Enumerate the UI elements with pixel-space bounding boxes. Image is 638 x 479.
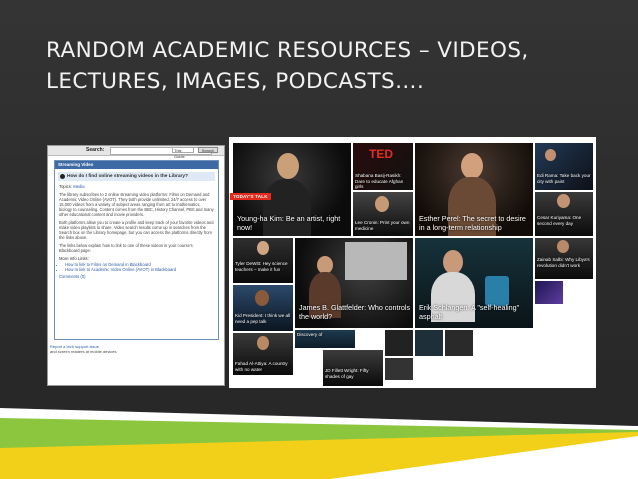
faq-question: How do I find online streaming videos in… (58, 172, 215, 181)
speaker-figure (557, 240, 569, 253)
talk-tile-james-glattfelder[interactable]: James B. Glattfelder: Who controls the w… (295, 238, 413, 328)
panel-title: Streaming Video (55, 161, 218, 169)
speaker-figure (277, 153, 299, 179)
ted-talks-screenshot: Young-ha Kim: Be an artist, right now! T… (229, 137, 596, 388)
more-info: More Info Links: How to link to Films on… (59, 256, 214, 272)
topics-label: Topics: (59, 184, 73, 189)
slide-title-line2: LECTURES, IMAGES, PODCASTS…. (46, 69, 425, 94)
topics-row: Topics: Media (59, 184, 214, 189)
topic-link-media[interactable]: Media (73, 184, 84, 189)
talk-caption: James B. Glattfelder: Who controls the w… (299, 303, 411, 321)
talk-tile-zainab[interactable]: Zainab Salbi: Why Libya's revolution did… (535, 238, 593, 279)
speaker-figure (257, 336, 269, 350)
slide-title-line1: RANDOM ACADEMIC RESOURCES – VIDEOS, (46, 38, 529, 63)
talk-tile-esther-perel[interactable]: Esther Perel: The secret to desire in a … (415, 143, 533, 236)
speaker-figure (545, 149, 556, 161)
answer-paragraph-2: Both platforms allow you to create a pro… (59, 220, 214, 240)
question-text: How do I find online streaming videos in… (67, 174, 188, 179)
talk-caption: Lee Cronin: Print your own medicine (355, 220, 410, 231)
talk-caption: Tyler DeWitt: Hey science teachers – mak… (235, 261, 288, 272)
talk-tile-tyler-dewitt[interactable]: Tyler DeWitt: Hey science teachers – mak… (233, 238, 293, 283)
search-input[interactable] (110, 147, 212, 155)
search-scope-select[interactable]: This Guide (172, 147, 194, 159)
talk-caption: Cesar Kuriyama: One second every day (537, 215, 582, 226)
answer-paragraph-1: The library subscribes to 2 online strea… (59, 192, 214, 217)
more-info-label: More Info Links: (59, 256, 89, 261)
talk-caption: Esther Perel: The secret to desire in a … (419, 214, 526, 232)
ted-logo: TED (369, 147, 393, 161)
faq-search-bar: Search: This Guide Search (48, 146, 224, 159)
footer-note: and screen readers at mobile devices (50, 349, 117, 354)
more-info-link[interactable]: How to link to Academic Video Online (AV… (65, 267, 214, 272)
slide-title: RANDOM ACADEMIC RESOURCES – VIDEOS, LECT… (46, 35, 606, 97)
speaker-figure (443, 250, 463, 274)
answer-paragraph-3: The links below explain how to link to o… (59, 243, 193, 253)
talk-tile-thumbnail[interactable] (385, 330, 413, 356)
talk-tile-cesar-kuriyama[interactable]: Cesar Kuriyama: One second every day (535, 192, 593, 236)
search-label: Search: (86, 147, 105, 153)
speaker-figure (375, 196, 389, 212)
talk-tile-thumbnail[interactable] (415, 330, 443, 356)
answer-body: The library subscribes to 2 online strea… (59, 192, 214, 253)
question-icon (60, 174, 65, 179)
talk-tile-kid-president[interactable]: Kid President: I think we all need a pep… (233, 285, 293, 331)
talk-caption: Edi Rama: Take back your city with paint (537, 173, 591, 184)
talk-caption: Kid President: I think we all need a pep… (235, 313, 291, 324)
talk-tile-thumbnail[interactable] (535, 281, 563, 304)
talk-caption: Erik Schlangen: A "self-healing" asphalt (419, 303, 520, 321)
speaker-figure (257, 241, 269, 255)
talk-caption: Zainab Salbi: Why Libya's revolution did… (537, 257, 590, 268)
decorative-stripes (0, 408, 638, 479)
speaker-figure (255, 290, 269, 306)
comments-link[interactable]: Comments (0) (59, 274, 214, 279)
talk-tile-young-ha-kim[interactable]: Young-ha Kim: Be an artist, right now! (233, 143, 351, 236)
glove-prop (485, 276, 509, 306)
talk-tile-shabana[interactable]: TED Shabana Basij-Rasikh: Dare to educat… (353, 143, 413, 190)
talk-tile-discovery[interactable]: Discovery of (295, 330, 355, 348)
talk-tile-thumbnail[interactable] (445, 330, 473, 356)
talk-tile-edi-rama[interactable]: Edi Rama: Take back your city with paint (535, 143, 593, 190)
faq-footer: Report a tech support issue. and screen … (50, 344, 220, 354)
talk-caption: Discovery of (297, 332, 323, 337)
todays-talk-badge: TODAY'S TALK (230, 193, 271, 200)
talk-caption: Young-ha Kim: Be an artist, right now! (237, 214, 341, 232)
speaker-figure (557, 194, 570, 208)
library-faq-screenshot: Search: This Guide Search Streaming Vide… (47, 145, 225, 386)
search-button[interactable]: Search (198, 147, 218, 153)
faq-panel: Streaming Video How do I find online str… (54, 160, 219, 340)
slide-screen (345, 242, 407, 280)
talk-tile-lee-cronin[interactable]: Lee Cronin: Print your own medicine (353, 192, 413, 236)
speaker-figure (461, 153, 483, 179)
talk-caption: Shabana Basij-Rasikh: Dare to educate Af… (355, 173, 404, 189)
talk-tile-erik-schlangen[interactable]: Erik Schlangen: A "self-healing" asphalt (415, 238, 533, 328)
